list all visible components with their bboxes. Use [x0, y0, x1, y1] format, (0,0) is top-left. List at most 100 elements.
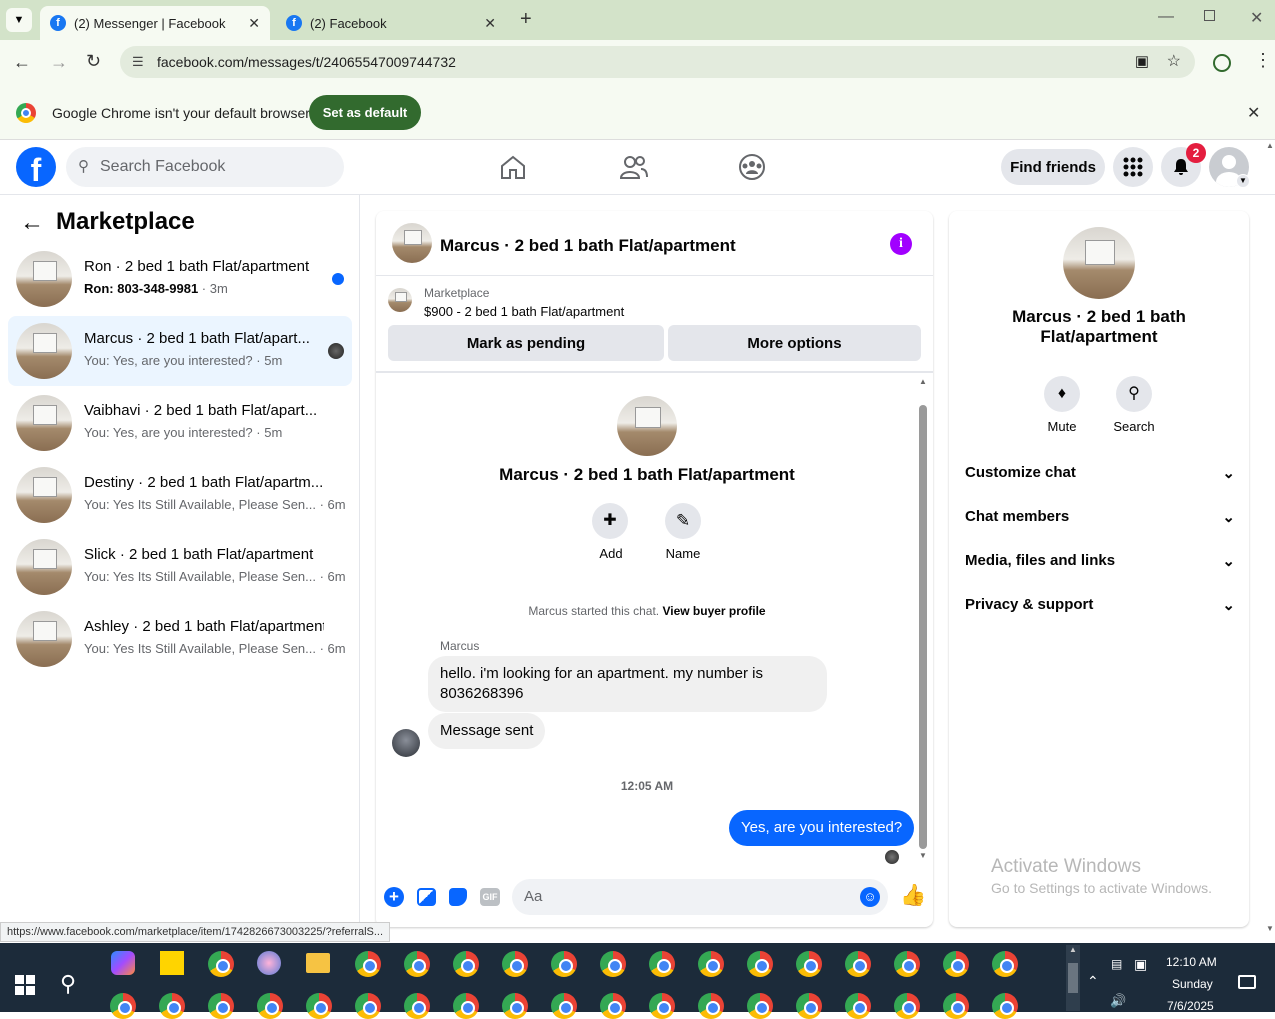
- more-actions-icon[interactable]: +: [384, 887, 404, 907]
- find-friends-button[interactable]: Find friends: [1001, 149, 1105, 185]
- chrome-taskbar-icon[interactable]: [649, 951, 675, 977]
- chrome-taskbar-icon[interactable]: [992, 993, 1018, 1019]
- conversation-item-destiny[interactable]: Destiny · 2 bed 1 bath Flat/apartm... Yo…: [8, 460, 352, 530]
- groups-icon[interactable]: [738, 153, 766, 181]
- chrome-taskbar-icon[interactable]: [649, 993, 675, 1019]
- chrome-taskbar-icon[interactable]: [943, 951, 969, 977]
- customize-chat-section[interactable]: Customize chat ⌄: [965, 464, 1235, 482]
- home-icon[interactable]: [499, 154, 527, 180]
- forward-button[interactable]: →: [50, 52, 68, 73]
- chrome-taskbar-icon[interactable]: [306, 993, 332, 1019]
- chrome-taskbar-icon[interactable]: [453, 951, 479, 977]
- close-tab-icon[interactable]: ✕: [484, 15, 496, 32]
- tray-icon[interactable]: ▤: [1111, 957, 1122, 971]
- chrome-taskbar-icon[interactable]: [208, 951, 234, 977]
- listing-title[interactable]: $900 - 2 bed 1 bath Flat/apartment: [424, 304, 624, 319]
- gif-icon[interactable]: GIF: [480, 888, 500, 906]
- chrome-taskbar-icon[interactable]: [502, 951, 528, 977]
- attach-photo-icon[interactable]: [417, 888, 436, 906]
- message-bubble-incoming[interactable]: Message sent: [428, 713, 546, 749]
- clock-day[interactable]: Sunday: [1172, 977, 1213, 991]
- taskbar-search-icon[interactable]: ⚲: [60, 971, 76, 997]
- new-tab-button[interactable]: +: [520, 8, 532, 31]
- account-chevron-icon[interactable]: ▼: [1236, 174, 1250, 188]
- chrome-taskbar-icon[interactable]: [355, 993, 381, 1019]
- chrome-taskbar-icon[interactable]: [845, 951, 871, 977]
- network-icon[interactable]: ▣: [1134, 956, 1147, 973]
- chrome-taskbar-icon[interactable]: [747, 993, 773, 1019]
- chrome-taskbar-icon[interactable]: [600, 951, 626, 977]
- chrome-taskbar-icon[interactable]: [110, 993, 136, 1019]
- message-input[interactable]: Aa ☺: [512, 879, 888, 915]
- profile-avatar-large[interactable]: [617, 396, 677, 456]
- sticky-notes-icon[interactable]: [160, 951, 184, 975]
- show-hidden-icons[interactable]: ⌃: [1087, 973, 1099, 990]
- search-in-chat-button[interactable]: ⚲ Search: [1111, 376, 1157, 434]
- thumbs-up-icon[interactable]: 👍: [900, 884, 926, 908]
- restore-window-button[interactable]: [1204, 10, 1215, 21]
- friends-icon[interactable]: [619, 154, 649, 180]
- tab-facebook[interactable]: f (2) Facebook ✕: [276, 6, 506, 40]
- reload-button[interactable]: ↻: [86, 51, 101, 72]
- chat-avatar[interactable]: [392, 223, 432, 263]
- add-people-button[interactable]: ✚ Add: [592, 503, 630, 561]
- chrome-taskbar-icon[interactable]: [992, 951, 1018, 977]
- chrome-menu-icon[interactable]: ⋮: [1254, 50, 1272, 71]
- conversation-item-marcus[interactable]: Marcus · 2 bed 1 bath Flat/apart... You:…: [8, 316, 352, 386]
- mute-button[interactable]: ♦ Mute: [1041, 376, 1083, 434]
- page-scrollbar[interactable]: ▲ ▼: [1265, 140, 1275, 940]
- conversation-item-slick[interactable]: Slick · 2 bed 1 bath Flat/apartment You:…: [8, 532, 352, 602]
- minimize-window-button[interactable]: —: [1158, 8, 1174, 26]
- back-arrow-icon[interactable]: ←: [20, 209, 44, 237]
- close-tab-icon[interactable]: ✕: [248, 15, 260, 32]
- profile-icon[interactable]: [1213, 54, 1231, 72]
- emoji-icon[interactable]: ☺: [860, 887, 880, 907]
- menu-button[interactable]: [1113, 147, 1153, 187]
- chat-title[interactable]: Marcus · 2 bed 1 bath Flat/apartment: [440, 236, 736, 256]
- media-files-links-section[interactable]: Media, files and links ⌄: [965, 552, 1235, 570]
- chat-scrollbar[interactable]: ▲ ▼: [918, 377, 928, 860]
- chrome-taskbar-icon[interactable]: [551, 993, 577, 1019]
- copilot-icon[interactable]: [111, 951, 135, 975]
- action-center-icon[interactable]: [1238, 975, 1256, 989]
- chrome-taskbar-icon[interactable]: [796, 993, 822, 1019]
- chrome-taskbar-icon[interactable]: [404, 951, 430, 977]
- chrome-taskbar-icon[interactable]: [747, 951, 773, 977]
- chrome-taskbar-icon[interactable]: [551, 951, 577, 977]
- set-as-default-button[interactable]: Set as default: [309, 95, 421, 130]
- chrome-taskbar-icon[interactable]: [257, 993, 283, 1019]
- chrome-taskbar-icon[interactable]: [600, 993, 626, 1019]
- chrome-taskbar-icon[interactable]: [796, 951, 822, 977]
- chrome-taskbar-icon[interactable]: [208, 993, 234, 1019]
- edit-name-button[interactable]: ✎ Name: [660, 503, 706, 561]
- search-facebook-input[interactable]: ⚲ Search Facebook: [66, 147, 344, 187]
- more-options-button[interactable]: More options: [668, 325, 921, 361]
- clock-date[interactable]: 7/6/2025: [1167, 999, 1214, 1013]
- listing-thumbnail[interactable]: [388, 288, 412, 312]
- chat-info-icon[interactable]: i: [890, 233, 912, 255]
- sticker-icon[interactable]: [449, 888, 467, 906]
- conversation-item-vaibhavi[interactable]: Vaibhavi · 2 bed 1 bath Flat/apart... Yo…: [8, 388, 352, 458]
- privacy-support-section[interactable]: Privacy & support ⌄: [965, 596, 1235, 614]
- chrome-taskbar-icon[interactable]: [894, 993, 920, 1019]
- details-avatar[interactable]: [1063, 227, 1135, 299]
- clock-time[interactable]: 12:10 AM: [1166, 955, 1217, 969]
- mark-as-pending-button[interactable]: Mark as pending: [388, 325, 664, 361]
- message-bubble-incoming[interactable]: hello. i'm looking for an apartment. my …: [428, 656, 827, 712]
- bookmark-star-icon[interactable]: ☆: [1167, 46, 1181, 78]
- site-info-icon[interactable]: ☰: [132, 46, 144, 78]
- chrome-taskbar-icon[interactable]: [698, 951, 724, 977]
- conversation-item-ron[interactable]: Ron · 2 bed 1 bath Flat/apartment Ron: 8…: [8, 244, 352, 314]
- back-button[interactable]: ←: [13, 52, 31, 73]
- chat-members-section[interactable]: Chat members ⌄: [965, 508, 1235, 526]
- windows-start-icon[interactable]: [15, 975, 35, 995]
- tab-search-button[interactable]: ▼: [6, 8, 32, 32]
- chrome-taskbar-icon[interactable]: [845, 993, 871, 1019]
- address-bar[interactable]: ☰ facebook.com/messages/t/24065547009744…: [120, 46, 1195, 78]
- chrome-taskbar-icon[interactable]: [159, 993, 185, 1019]
- view-buyer-profile-link[interactable]: View buyer profile: [662, 604, 765, 618]
- close-infobar-icon[interactable]: ✕: [1247, 103, 1260, 123]
- chrome-taskbar-icon[interactable]: [355, 951, 381, 977]
- install-app-icon[interactable]: ▣: [1135, 46, 1149, 78]
- paint-icon[interactable]: [257, 951, 281, 975]
